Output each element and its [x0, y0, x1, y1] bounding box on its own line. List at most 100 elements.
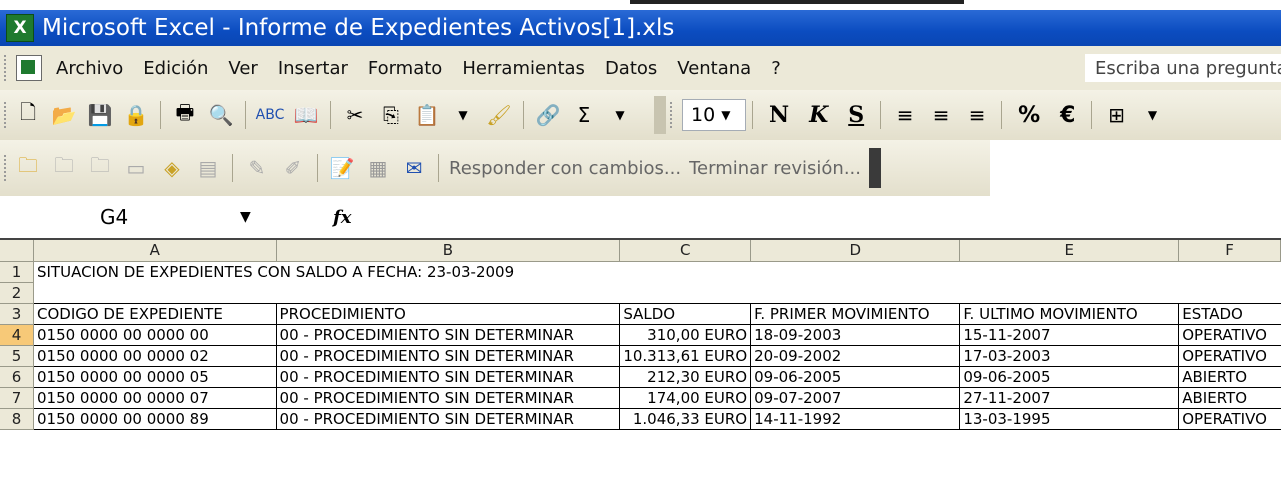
cell-ultimo-movimiento[interactable]: 13-03-1995 [959, 408, 1180, 430]
track-changes-icon[interactable]: 📝 [328, 154, 356, 182]
bold-button[interactable]: N [769, 102, 789, 128]
toolbar-grip[interactable] [4, 155, 10, 181]
header-cell-codigo[interactable]: CODIGO DE EXPEDIENTE [33, 303, 277, 325]
column-header-a[interactable]: A [33, 240, 277, 262]
row-header-8[interactable]: 8 [0, 408, 34, 430]
cell-saldo[interactable]: 10.313,61 EURO [619, 345, 752, 367]
cell-ultimo-movimiento[interactable]: 09-06-2005 [959, 366, 1180, 388]
insert-hyperlink-icon[interactable]: 🔗 [534, 101, 562, 129]
reply-with-changes-button[interactable]: Responder con cambios... [449, 158, 681, 179]
autosum-icon[interactable]: Σ [570, 101, 598, 129]
cell-procedimiento[interactable]: 00 - PROCEDIMIENTO SIN DETERMINAR [276, 345, 621, 367]
autosum-dropdown-icon[interactable]: ▼ [606, 101, 634, 129]
new-icon[interactable]: 🗋 [14, 100, 42, 129]
menu-formato[interactable]: Formato [368, 58, 442, 79]
align-right-icon[interactable]: ≡ [963, 101, 991, 129]
cut-icon[interactable]: ✂ [341, 101, 369, 129]
menu-grip[interactable] [4, 55, 10, 81]
cell-estado[interactable]: OPERATIVO [1178, 408, 1281, 430]
column-header-e[interactable]: E [959, 240, 1180, 262]
cell-procedimiento[interactable]: 00 - PROCEDIMIENTO SIN DETERMINAR [276, 324, 621, 346]
research-icon[interactable]: 📖 [292, 101, 320, 129]
menu-ver[interactable]: Ver [228, 58, 257, 79]
cell-codigo[interactable]: 0150 0000 00 0000 02 [33, 345, 277, 367]
row-header-1[interactable]: 1 [0, 261, 34, 283]
workbook-icon[interactable] [16, 55, 42, 81]
cell-estado[interactable]: ABIERTO [1178, 387, 1281, 409]
cell-primer-movimiento[interactable]: 14-11-1992 [750, 408, 961, 430]
align-center-icon[interactable]: ≡ [927, 101, 955, 129]
header-cell-ultimo-movimiento[interactable]: F. ULTIMO MOVIMIENTO [959, 303, 1180, 325]
print-icon[interactable]: 🖶 [171, 100, 199, 129]
select-all-corner[interactable] [0, 240, 34, 262]
cell-primer-movimiento[interactable]: 20-09-2002 [750, 345, 961, 367]
euro-style-button[interactable]: € [1060, 103, 1075, 128]
cell-estado[interactable]: ABIERTO [1178, 366, 1281, 388]
menu-herramientas[interactable]: Herramientas [462, 58, 585, 79]
cell-procedimiento[interactable]: 00 - PROCEDIMIENTO SIN DETERMINAR [276, 366, 621, 388]
send-to-mail-icon[interactable]: ✉ [400, 154, 428, 182]
cell-codigo[interactable]: 0150 0000 00 0000 05 [33, 366, 277, 388]
show-comment-icon[interactable]: ▭ [122, 154, 150, 182]
toolbar-overflow-handle[interactable] [654, 96, 666, 134]
cell-procedimiento[interactable]: 00 - PROCEDIMIENTO SIN DETERMINAR [276, 387, 621, 409]
underline-button[interactable]: S [848, 102, 864, 128]
cell-procedimiento[interactable]: 00 - PROCEDIMIENTO SIN DETERMINAR [276, 408, 621, 430]
menu-edicion[interactable]: Edición [143, 58, 208, 79]
column-header-f[interactable]: F [1178, 240, 1281, 262]
save-icon[interactable]: 💾 [86, 101, 114, 129]
font-size-select[interactable]: 10 ▼ [682, 99, 746, 131]
paste-icon[interactable]: 📋 [413, 101, 441, 129]
row-header-2[interactable]: 2 [0, 282, 34, 304]
cell-ultimo-movimiento[interactable]: 15-11-2007 [959, 324, 1180, 346]
row-header-6[interactable]: 6 [0, 366, 34, 388]
borders-icon[interactable]: ⊞ [1102, 101, 1130, 129]
spelling-icon[interactable]: ABC [256, 101, 285, 129]
cell-codigo[interactable]: 0150 0000 00 0000 89 [33, 408, 277, 430]
menu-archivo[interactable]: Archivo [56, 58, 123, 79]
cell-primer-movimiento[interactable]: 18-09-2003 [750, 324, 961, 346]
cell-primer-movimiento[interactable]: 09-07-2007 [750, 387, 961, 409]
next-comment-icon[interactable]: 🗀 [86, 153, 114, 182]
row-header-5[interactable]: 5 [0, 345, 34, 367]
cell-ultimo-movimiento[interactable]: 17-03-2003 [959, 345, 1180, 367]
print-preview-icon[interactable]: 🔍 [207, 101, 235, 129]
column-header-c[interactable]: C [619, 240, 752, 262]
header-cell-saldo[interactable]: SALDO [619, 303, 752, 325]
paste-dropdown-icon[interactable]: ▼ [449, 101, 477, 129]
align-left-icon[interactable]: ≡ [891, 101, 919, 129]
column-header-d[interactable]: D [750, 240, 961, 262]
cell-estado[interactable]: OPERATIVO [1178, 345, 1281, 367]
formula-input[interactable] [351, 197, 1281, 237]
ink-annotation-icon[interactable]: ✎ [243, 154, 271, 182]
header-cell-procedimiento[interactable]: PROCEDIMIENTO [276, 303, 621, 325]
report-title-cell[interactable]: SITUACION DE EXPEDIENTES CON SALDO A FEC… [33, 261, 1280, 282]
erase-annotation-icon[interactable]: ✐ [279, 154, 307, 182]
name-box[interactable]: G4 ▼ [0, 195, 258, 239]
copy-icon[interactable]: ⎘ [377, 101, 405, 129]
cell-codigo[interactable]: 0150 0000 00 0000 00 [33, 324, 277, 346]
format-painter-icon[interactable]: 🖌 [485, 101, 513, 129]
end-review-button[interactable]: Terminar revisión... [689, 158, 861, 179]
open-folder-icon[interactable]: 📂 [50, 101, 78, 129]
cell-primer-movimiento[interactable]: 09-06-2005 [750, 366, 961, 388]
permission-icon[interactable]: 🔒 [122, 101, 150, 129]
toolbar-grip[interactable] [670, 102, 676, 128]
update-file-icon[interactable]: ▦ [364, 154, 392, 182]
new-comment-icon[interactable]: 🗀 [14, 153, 42, 182]
toolbar-overflow-handle[interactable] [869, 148, 881, 188]
cell-codigo[interactable]: 0150 0000 00 0000 07 [33, 387, 277, 409]
menu-datos[interactable]: Datos [605, 58, 657, 79]
row-header-4[interactable]: 4 [0, 324, 34, 346]
insert-function-icon[interactable]: fx [333, 207, 351, 228]
cell-ultimo-movimiento[interactable]: 27-11-2007 [959, 387, 1180, 409]
row-header-7[interactable]: 7 [0, 387, 34, 409]
previous-comment-icon[interactable]: 🗀 [50, 153, 78, 182]
delete-comment-icon[interactable]: ▤ [194, 154, 222, 182]
menu-help[interactable]: ? [771, 58, 781, 79]
cell-estado[interactable]: OPERATIVO [1178, 324, 1281, 346]
column-header-b[interactable]: B [276, 240, 621, 262]
row-header-3[interactable]: 3 [0, 303, 34, 325]
borders-dropdown-icon[interactable]: ▼ [1138, 101, 1166, 129]
empty-cell[interactable] [33, 282, 1281, 304]
